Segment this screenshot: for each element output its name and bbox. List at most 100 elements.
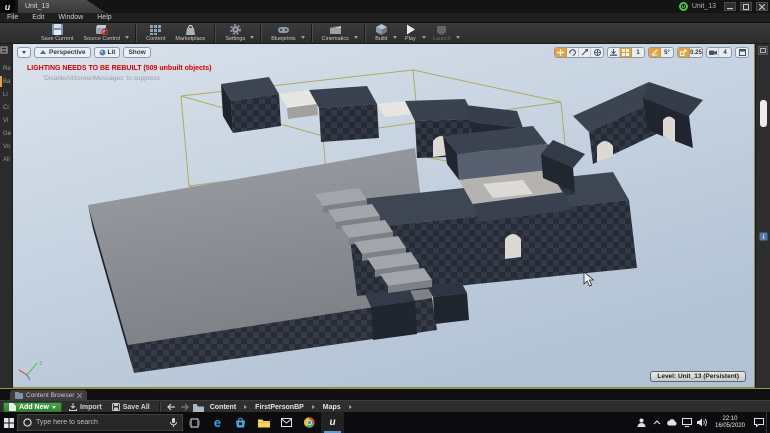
world-local-toggle[interactable] [591, 48, 603, 57]
breadcrumb-content[interactable]: Content [208, 404, 238, 411]
lit-mode-button[interactable]: Lit [93, 47, 121, 58]
launch-button[interactable]: Launch [428, 23, 456, 44]
minimize-button[interactable] [724, 2, 736, 11]
search-input[interactable] [36, 419, 166, 426]
perspective-icon [40, 50, 46, 54]
surface-snap-button[interactable] [608, 48, 620, 57]
build-caret-icon[interactable] [392, 35, 397, 39]
axis-gizmo: z [18, 360, 43, 381]
content-button[interactable]: Content [141, 23, 170, 44]
blueprints-caret-icon[interactable] [300, 35, 305, 39]
task-view-icon [189, 418, 200, 427]
action-center-button[interactable] [751, 412, 766, 433]
taskbar-search[interactable] [17, 414, 183, 431]
blueprints-button[interactable]: Blueprints [266, 23, 300, 44]
mail-icon [281, 418, 292, 427]
task-view-button[interactable] [183, 412, 206, 433]
camera-icon [708, 50, 717, 55]
place-tab-all[interactable]: All [0, 153, 12, 166]
toolbar-separator [135, 24, 138, 42]
content-browser-panel: Content Browser Add New Import Save All [0, 388, 770, 413]
maximize-viewport-button[interactable] [736, 48, 748, 57]
menu-file[interactable]: File [0, 14, 25, 21]
back-button[interactable] [166, 403, 176, 411]
store-taskbar-button[interactable] [229, 412, 252, 433]
play-caret-icon[interactable] [421, 35, 426, 39]
tray-expand-button[interactable] [649, 412, 664, 433]
volume-tray-button[interactable] [694, 412, 709, 433]
taskbar-clock[interactable]: 22:10 16/05/2020 [709, 416, 751, 430]
toolbar-separator [214, 24, 217, 42]
mail-taskbar-button[interactable] [275, 412, 298, 433]
close-button[interactable] [756, 2, 768, 11]
rotate-icon [569, 49, 576, 56]
cinematics-button[interactable]: Cinematics [317, 23, 354, 44]
right-panel-strip[interactable] [755, 44, 770, 388]
file-explorer-icon [257, 419, 270, 427]
level-badge[interactable]: Level: Unit_13 (Persistent) [650, 371, 746, 382]
microphone-icon[interactable] [170, 418, 177, 427]
settings-button[interactable]: Settings [220, 23, 250, 44]
breadcrumb-firstpersonbp[interactable]: FirstPersonBP [253, 404, 306, 411]
grid-snap-toggle[interactable] [620, 48, 632, 57]
menu-help[interactable]: Help [90, 14, 118, 21]
save-current-button[interactable]: Save Current [36, 23, 78, 44]
rotate-tool-button[interactable] [567, 48, 579, 57]
launch-caret-icon[interactable] [455, 35, 460, 39]
camera-speed-button[interactable] [707, 48, 719, 57]
rotation-snap-value[interactable]: 5° [661, 48, 673, 57]
place-tab-volumes[interactable]: Vo [0, 140, 12, 153]
show-desktop-button[interactable] [766, 412, 770, 433]
maximize-button[interactable] [740, 2, 752, 11]
breadcrumb-maps[interactable]: Maps [321, 404, 343, 411]
network-tray-button[interactable] [679, 412, 694, 433]
place-tab-geometry[interactable]: Ge [0, 127, 12, 140]
place-tab-cinematic[interactable]: Ci [0, 101, 12, 114]
add-new-button[interactable]: Add New [3, 401, 62, 413]
scale-tool-button[interactable] [579, 48, 591, 57]
place-actors-panel[interactable]: Re Ba Li Ci Vi Ge Vo All [0, 44, 13, 388]
chrome-taskbar-button[interactable] [298, 412, 321, 433]
place-tab-recent[interactable]: Re [0, 62, 12, 75]
camera-speed-value[interactable]: 4 [719, 48, 731, 57]
play-button[interactable]: Play [399, 23, 422, 44]
panel-scrollbar-thumb[interactable] [760, 100, 767, 127]
people-tray-button[interactable] [634, 412, 649, 433]
onedrive-tray-button[interactable] [664, 412, 679, 433]
cinematics-caret-icon[interactable] [353, 35, 358, 39]
perspective-button[interactable]: Perspective [34, 47, 91, 58]
place-tab-basic[interactable]: Ba [0, 75, 12, 88]
move-tool-button[interactable] [555, 48, 567, 57]
menu-window[interactable]: Window [51, 14, 90, 21]
place-tab-lights[interactable]: Li [0, 88, 12, 101]
marketplace-button[interactable]: Marketplace [170, 23, 210, 44]
ue4-taskbar-button[interactable]: u [321, 412, 344, 433]
show-button[interactable]: Show [123, 47, 151, 58]
start-button[interactable] [0, 412, 17, 433]
source-control-button[interactable]: Source Control [78, 23, 125, 44]
chrome-icon [304, 417, 315, 428]
menu-edit[interactable]: Edit [25, 14, 51, 21]
import-button[interactable]: Import [66, 403, 105, 411]
level-viewport[interactable]: Perspective Lit Show LIGHTING NEEDS TO B… [13, 44, 755, 388]
rotation-snap-toggle[interactable] [649, 48, 661, 57]
tab-close-icon[interactable] [77, 392, 83, 398]
edge-taskbar-button[interactable]: e [206, 412, 229, 433]
level-tab[interactable]: Unit_13 [18, 0, 106, 13]
scale-snap-value[interactable]: 0.25 [690, 48, 702, 57]
play-icon [406, 24, 415, 35]
save-all-button[interactable]: Save All [109, 403, 153, 411]
panel-expand-button[interactable] [758, 46, 768, 55]
grid-snap-value[interactable]: 1 [632, 48, 644, 57]
build-button[interactable]: Build [370, 23, 393, 44]
forward-button[interactable] [180, 403, 189, 411]
content-browser-tab[interactable]: Content Browser [10, 390, 88, 400]
file-explorer-taskbar-button[interactable] [252, 412, 275, 433]
viewport-options-button[interactable] [17, 47, 31, 58]
settings-caret-icon[interactable] [250, 35, 255, 39]
viewport-toolbar-left: Perspective Lit Show [17, 47, 151, 58]
place-tab-visual[interactable]: Vi [0, 114, 12, 127]
viewport-scene[interactable] [13, 44, 755, 388]
source-control-caret-icon[interactable] [125, 35, 130, 39]
launch-icon [437, 26, 447, 35]
